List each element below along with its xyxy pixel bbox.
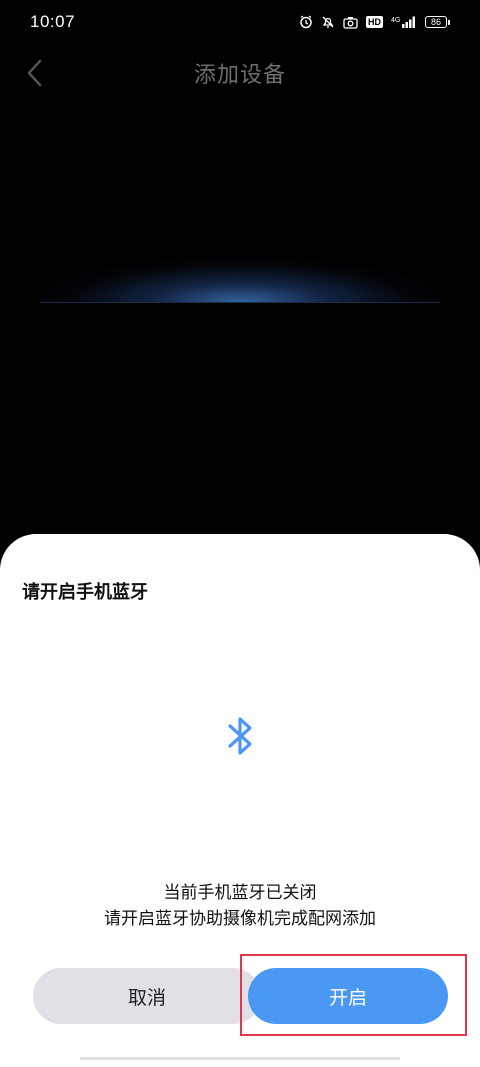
status-bar: 10:07 HD 4G 86 <box>0 0 480 44</box>
status-time: 10:07 <box>30 12 76 31</box>
back-button[interactable] <box>18 56 50 90</box>
home-indicator[interactable] <box>80 1057 400 1060</box>
dialog-message: 当前手机蓝牙已关闭 请开启蓝牙协助摄像机完成配网添加 <box>0 880 480 932</box>
status-icons: HD 4G 86 <box>299 15 450 29</box>
hd-icon: HD <box>366 16 383 28</box>
message-line-1: 当前手机蓝牙已关闭 <box>163 883 317 903</box>
chevron-left-icon <box>27 59 42 87</box>
header: 添加设备 <box>0 50 480 96</box>
bluetooth-dialog: 请开启手机蓝牙 当前手机蓝牙已关闭 请开启蓝牙协助摄像机完成配网添加 取消 开启 <box>0 534 480 1067</box>
camera-icon <box>343 16 358 29</box>
signal-icon: 4G <box>391 16 415 28</box>
message-line-2: 请开启蓝牙协助摄像机完成配网添加 <box>104 909 376 929</box>
bluetooth-icon <box>228 717 252 755</box>
battery-icon: 86 <box>425 16 450 28</box>
svg-text:4G: 4G <box>391 17 400 24</box>
mute-icon <box>322 16 334 28</box>
dialog-title: 请开启手机蓝牙 <box>22 582 148 603</box>
scanning-glow <box>40 258 440 303</box>
battery-level: 86 <box>425 16 447 28</box>
cancel-button[interactable]: 取消 <box>33 968 261 1024</box>
page-title: 添加设备 <box>193 63 286 88</box>
alarm-icon <box>300 15 312 29</box>
highlight-annotation <box>240 954 467 1036</box>
